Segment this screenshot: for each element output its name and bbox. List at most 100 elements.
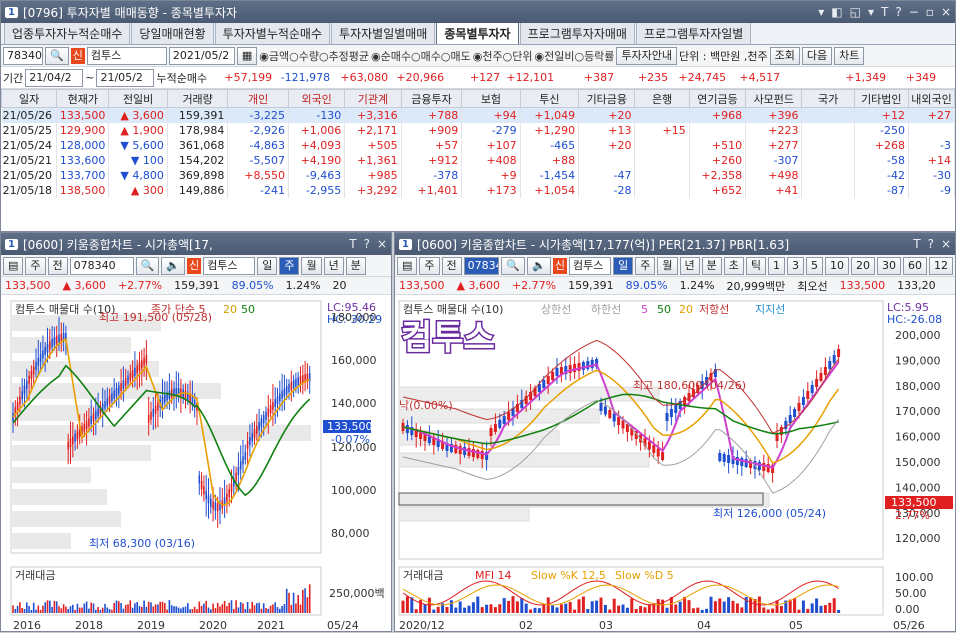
speaker-icon[interactable]: 🔈 — [161, 256, 186, 275]
minimize-icon[interactable]: − — [909, 5, 919, 19]
radio-prevday[interactable]: ◉전일비○등락률 — [534, 48, 614, 64]
column-header[interactable]: 기관계 — [344, 89, 402, 108]
interval-button[interactable]: 10 — [825, 256, 849, 275]
tab-1[interactable]: 당일매매현황 — [131, 23, 214, 44]
column-header[interactable]: 은행 — [634, 89, 690, 108]
table-row[interactable]: 21/05/26 133,500 ▲ 3,600 159,391 -3,225 -130 +… — [1, 107, 956, 123]
tab-3[interactable]: 투자자별일별매매 — [331, 23, 436, 44]
column-header[interactable]: 거래량 — [166, 89, 229, 108]
calendar-icon[interactable]: ▦ — [236, 46, 258, 65]
search-icon[interactable]: 🔍 — [45, 46, 69, 65]
radio-unit[interactable]: ◉천주○단위 — [473, 48, 533, 64]
stock-type-select[interactable]: 주 — [419, 256, 440, 275]
code-input[interactable]: 078340 — [463, 256, 500, 275]
period-button[interactable]: 년 — [679, 256, 700, 275]
speaker-icon[interactable]: 🔈 — [527, 256, 551, 275]
tab-2[interactable]: 투자자별누적순매수 — [214, 23, 331, 44]
investor-guide-button[interactable]: 투자자안내 — [616, 46, 678, 65]
tab-4[interactable]: 종목별투자자 — [436, 23, 519, 44]
interval-button[interactable]: 20 — [851, 256, 875, 275]
period-button[interactable]: 월 — [301, 256, 322, 275]
tab-5[interactable]: 프로그램투자자매매 — [519, 23, 635, 44]
period-button[interactable]: 주 — [279, 256, 300, 275]
period-button[interactable]: 분 — [701, 256, 722, 275]
table-row[interactable]: 21/05/18 138,500 ▲ 300 149,886 -241 -2,955 +3,… — [1, 182, 956, 198]
search-icon[interactable]: 🔍 — [135, 256, 160, 275]
period-button[interactable]: 년 — [323, 256, 344, 275]
period-button[interactable]: 월 — [657, 256, 678, 275]
investor-titlebar[interactable]: 1 [0796] 투자자별 매매동향 - 종목별투자자 ▾ ◧ ◱ ▾ T? − ▫ × — [1, 1, 955, 23]
interval-button[interactable]: 5 — [806, 256, 823, 275]
period-button[interactable]: 주 — [635, 256, 656, 275]
next-button[interactable]: 다음 — [801, 46, 833, 65]
radio-amount[interactable]: ◉금액○수량○추정평균 — [259, 48, 369, 64]
help-icon[interactable]: ? — [895, 5, 901, 19]
search-icon[interactable]: 🔍 — [501, 256, 526, 275]
chart-button[interactable]: 차트 — [834, 46, 865, 65]
left-weekly-chart[interactable]: 컴투스 매물대 수(10) 종가 단순 5 20 50 LC:95.46HC:-30.2… — [1, 297, 391, 633]
column-header[interactable]: 전일비 — [108, 89, 168, 108]
query-button[interactable]: 조회 — [769, 46, 800, 65]
window-controls[interactable]: T? × — [349, 237, 387, 251]
font-icon[interactable]: T — [881, 5, 888, 19]
column-header[interactable]: 내외국인 — [907, 89, 956, 108]
candle-body — [258, 422, 260, 431]
interval-button[interactable]: 1 — [768, 256, 785, 275]
date-input[interactable]: 2021/05/2 — [168, 46, 235, 65]
right-titlebar[interactable]: 1 [0600] 키움종합차트 - 시가총액[17,177(억)] PER[21… — [395, 233, 955, 255]
menu-icon[interactable]: ▾ — [818, 5, 824, 19]
period-button[interactable]: 분 — [345, 256, 366, 275]
column-header[interactable]: 일자 — [0, 89, 58, 108]
left-titlebar[interactable]: 1 [0600] 키움종합차트 - 시가총액[17, T? × — [1, 233, 391, 255]
period-button[interactable]: 틱 — [745, 256, 766, 275]
column-header[interactable]: 사모펀드 — [745, 89, 803, 108]
stock-type-select[interactable]: 주 — [25, 256, 46, 275]
table-cell: +277 — [745, 137, 803, 153]
to-date-input[interactable]: 21/05/2 — [96, 68, 155, 87]
volume-bar — [762, 607, 766, 613]
column-header[interactable]: 투신 — [519, 89, 580, 108]
table-row[interactable]: 21/05/24 128,000 ▼ 5,600 361,068 -4,863 +4,09… — [1, 137, 956, 153]
table-row[interactable]: 21/05/25 129,900 ▲ 1,900 178,984 -2,926 +1,00… — [1, 122, 956, 138]
layout-icon[interactable]: ◱ — [850, 5, 861, 19]
interval-button[interactable]: 3 — [787, 256, 804, 275]
interval-button[interactable]: 60 — [903, 256, 927, 275]
tab-6[interactable]: 프로그램투자자일별 — [635, 23, 752, 44]
code-input[interactable]: 078340 — [69, 256, 134, 275]
interval-button[interactable]: 30 — [877, 256, 901, 275]
period-button[interactable]: 일 — [613, 256, 634, 275]
sidebar-toggle-icon[interactable]: ▤ — [3, 256, 24, 275]
tab-0[interactable]: 업종투자자누적순매수 — [4, 23, 131, 44]
candle-body — [740, 458, 744, 466]
link-icon[interactable]: ◧ — [831, 5, 842, 19]
radio-net[interactable]: ◉순매수○매수○매도 — [371, 48, 471, 64]
y-tick: 140,000 — [331, 397, 377, 410]
period-button[interactable]: 초 — [723, 256, 744, 275]
period-button[interactable]: 일 — [257, 256, 278, 275]
prev-button[interactable]: 전 — [47, 256, 68, 275]
code-input[interactable]: 78340 — [3, 46, 43, 65]
column-header[interactable]: 현재가 — [56, 89, 110, 108]
candle-body — [669, 409, 673, 417]
column-header[interactable]: 금융투자 — [400, 89, 463, 108]
interval-button[interactable]: 12 — [929, 256, 953, 275]
column-header[interactable]: 국가 — [801, 89, 855, 108]
table-row[interactable]: 21/05/21 133,600 ▼ 100 154,202 -5,507 +4,190 +… — [1, 152, 956, 168]
column-header[interactable]: 기타금융 — [578, 89, 636, 108]
column-header[interactable]: 보험 — [461, 89, 521, 108]
column-header[interactable]: 연기금등 — [688, 89, 747, 108]
stock-name-field: 컴투스 — [568, 256, 612, 275]
window-controls[interactable]: ▾ ◧ ◱ ▾ T? − ▫ × — [818, 5, 951, 19]
maximize-icon[interactable]: ▫ — [926, 5, 934, 19]
dropdown-icon[interactable]: ▾ — [868, 5, 874, 19]
window-controls[interactable]: T? × — [913, 237, 951, 251]
from-date-input[interactable]: 21/04/2 — [25, 68, 84, 87]
right-daily-chart[interactable]: 컴투스 매물대 수(10) 상한선 하한선 5 50 20 저항선 지지선 LC:5.95HC:… — [395, 297, 955, 633]
table-row[interactable]: 21/05/20 133,700 ▼ 4,800 369,898 +8,550 -9,46… — [1, 167, 956, 183]
close-icon[interactable]: × — [941, 5, 951, 19]
column-header[interactable]: 개인 — [227, 89, 289, 108]
column-header[interactable]: 기타법인 — [853, 89, 909, 108]
column-header[interactable]: 외국인 — [287, 89, 346, 108]
sidebar-toggle-icon[interactable]: ▤ — [397, 256, 418, 275]
prev-button[interactable]: 전 — [441, 256, 462, 275]
